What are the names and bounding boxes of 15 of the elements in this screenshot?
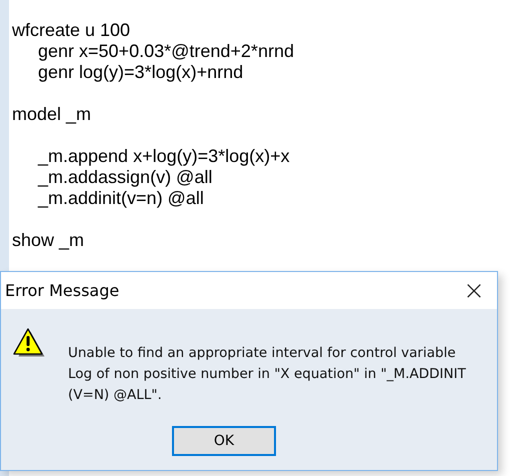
code-line: model _m: [12, 104, 92, 124]
code-line: _m.addinit(v=n) @all: [38, 188, 204, 208]
code-line: _m.append x+log(y)=3*log(x)+x: [38, 146, 290, 166]
dialog-title: Error Message: [5, 281, 120, 300]
error-message-line: (V=N) @ALL".: [68, 386, 163, 405]
error-message-line: Log of non positive number in "X equation" in "_M.ADDINIT: [68, 365, 466, 384]
code-line: genr x=50+0.03*@trend+2*nrnd: [38, 41, 294, 61]
code-line: wfcreate u 100: [12, 20, 130, 40]
ok-button[interactable]: OK: [172, 426, 276, 456]
code-line: genr log(y)=3*log(x)+nrnd: [38, 62, 244, 82]
code-line: show _m: [12, 230, 84, 250]
warning-icon: [12, 327, 46, 359]
code-line: _m.addassign(v) @all: [38, 167, 212, 187]
error-message-line: Unable to find an appropriate interval for control variable: [68, 344, 457, 363]
close-button[interactable]: ×: [451, 272, 497, 309]
